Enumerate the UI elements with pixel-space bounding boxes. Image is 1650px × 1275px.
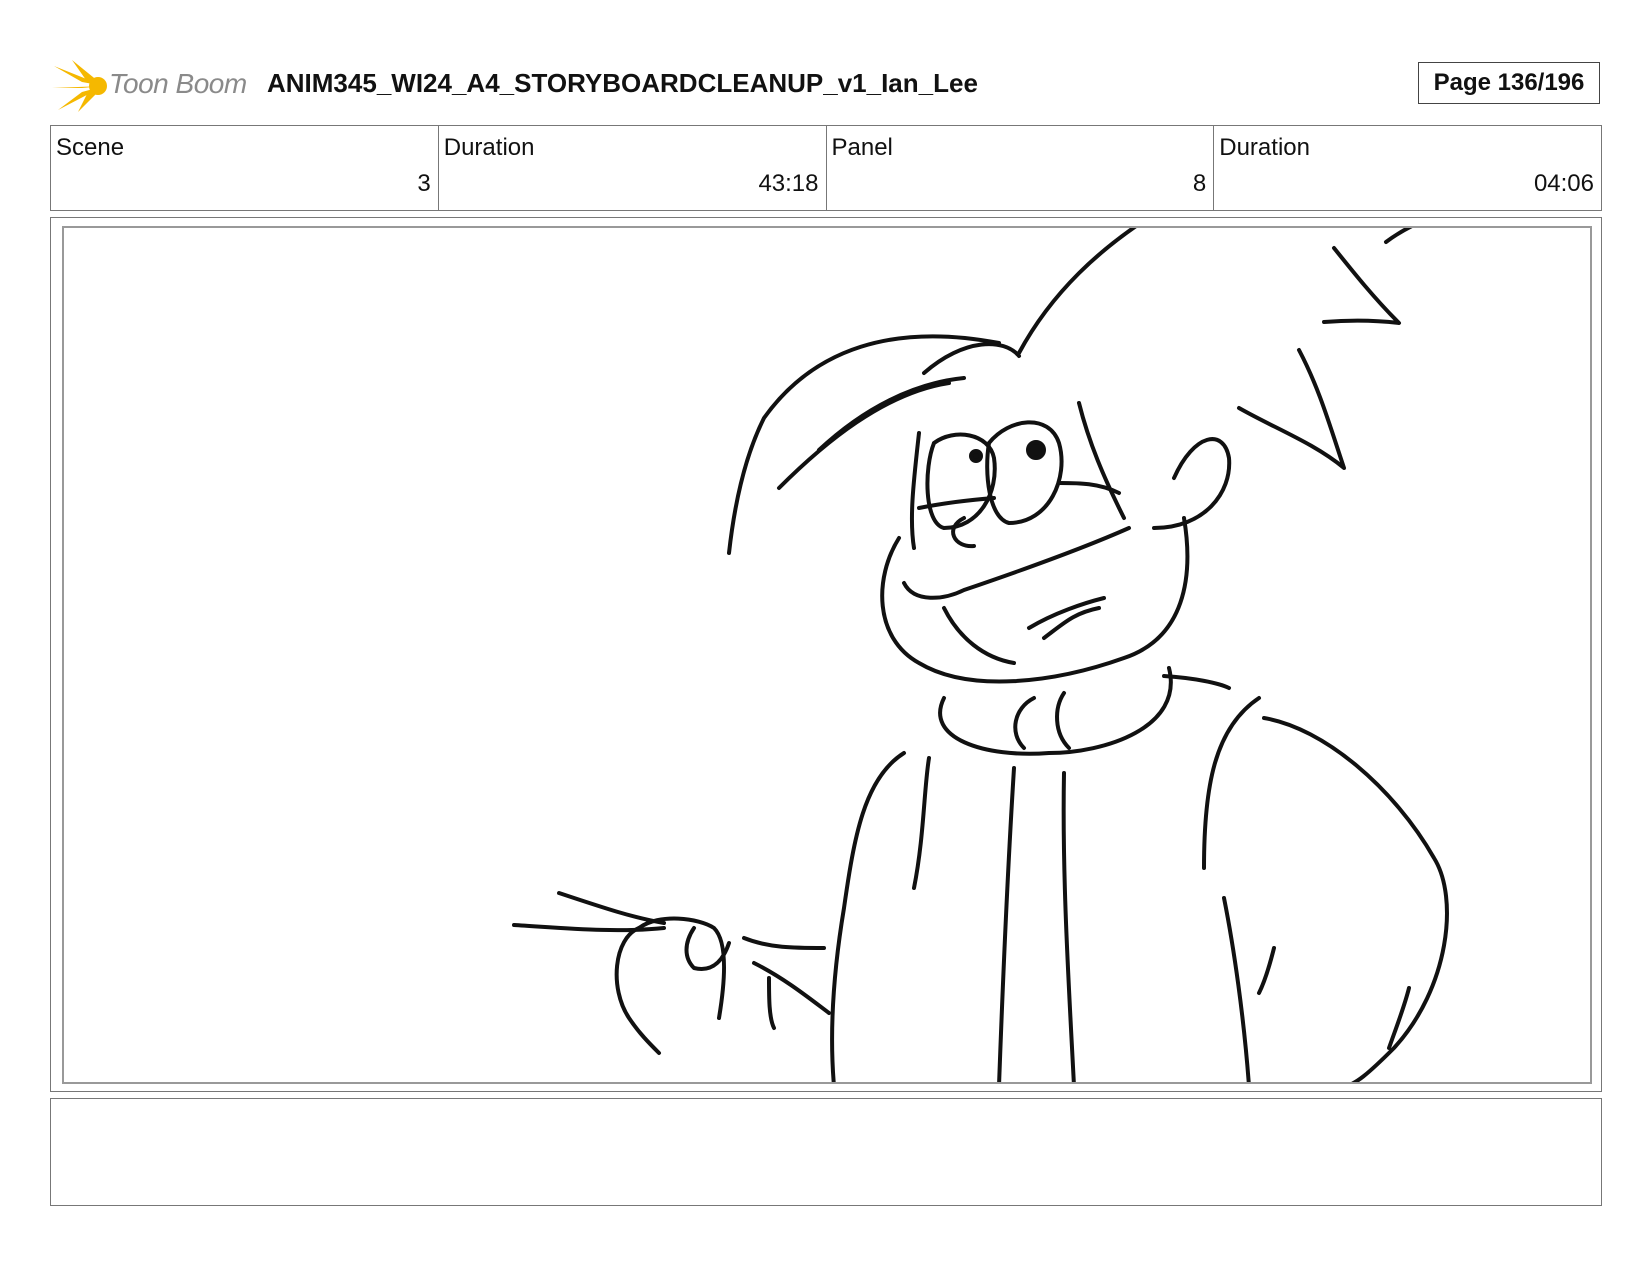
storyboard-panel (62, 226, 1592, 1084)
scene-duration-label: Duration (443, 134, 535, 161)
scene-duration-value: 43:18 (758, 170, 819, 197)
toon-boom-logo: Toon Boom (52, 58, 252, 114)
scene-duration-cell: Duration 43:18 (439, 126, 827, 210)
storyboard-sketch (512, 228, 1449, 1082)
document-title: ANIM345_WI24_A4_STORYBOARDCLEANUP_v1_Ian… (267, 68, 978, 98)
notes-box (50, 1098, 1602, 1206)
info-table: Scene 3 Duration 43:18 Panel 8 Duration … (50, 125, 1602, 211)
panel-duration-cell: Duration 04:06 (1214, 126, 1601, 210)
page-number: Page 136/196 (1418, 62, 1600, 104)
panel-label: Panel (831, 134, 893, 161)
starburst-logo-icon (52, 60, 107, 112)
panel-duration-value: 04:06 (1533, 170, 1594, 197)
panel-duration-label: Duration (1219, 134, 1310, 161)
panel-cell: Panel 8 (827, 126, 1215, 210)
panel-value: 8 (1192, 170, 1207, 197)
scene-cell: Scene 3 (51, 126, 439, 210)
scene-label: Scene (56, 134, 125, 161)
logo-text: Toon Boom (109, 68, 247, 99)
scene-value: 3 (417, 170, 431, 197)
